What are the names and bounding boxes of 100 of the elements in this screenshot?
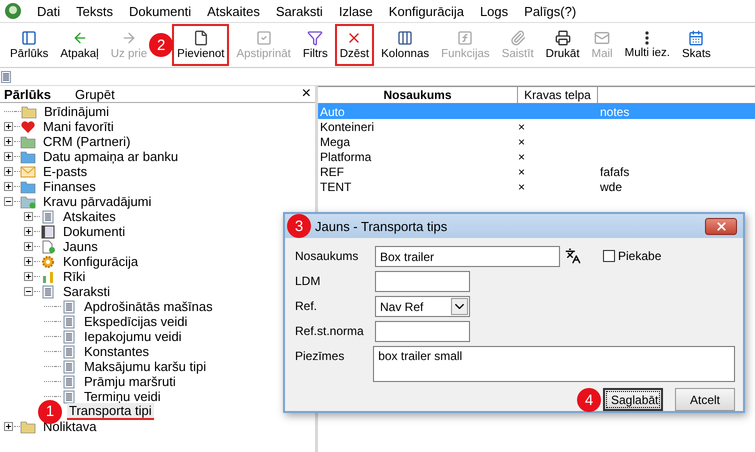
tree-item[interactable]: Apdrošinātās mašīnas (82, 299, 215, 314)
text-field[interactable] (375, 321, 470, 342)
tree-item[interactable]: Transporta tipi (67, 403, 154, 420)
dialog-button[interactable]: Atcelt (675, 388, 735, 411)
toolbar-button[interactable]: Pievienot (172, 24, 230, 66)
menu-item[interactable]: Teksts (69, 2, 120, 20)
list-document-icon (61, 300, 77, 314)
field-label: LDM (295, 273, 322, 288)
list-document-icon (61, 374, 77, 388)
tree-item[interactable]: Finanses (41, 179, 98, 194)
document-icon (192, 30, 209, 46)
tree-item[interactable]: Maksājumu karšu tipi (82, 359, 208, 374)
expand-toggle[interactable] (24, 257, 33, 266)
more-icon (645, 31, 650, 45)
tree-item[interactable]: Ekspedīcijas veidi (82, 314, 190, 329)
field-label: Piezīmes (295, 348, 346, 363)
expand-toggle[interactable] (4, 182, 13, 191)
expand-toggle[interactable] (4, 422, 13, 431)
list-document-icon (40, 210, 56, 224)
tree-item[interactable]: Dokumenti (61, 224, 128, 239)
expand-toggle[interactable] (24, 242, 33, 251)
toolbar-button[interactable]: Dzēst (334, 24, 374, 66)
menu-item[interactable]: Dokumenti (122, 2, 198, 20)
menu-item[interactable]: Logs (472, 2, 516, 20)
field-label: Ref.st.norma (295, 323, 365, 338)
menu-item[interactable]: Palīgs(?) (517, 2, 584, 20)
tree-item[interactable]: Rīki (61, 269, 88, 284)
table-row[interactable]: Mega × (318, 134, 755, 149)
tree-item[interactable]: Iepakojumu veidi (82, 329, 184, 344)
tree-item[interactable]: Termiņu veidi (82, 389, 163, 404)
tree-item[interactable]: Datu apmaiņa ar banku (41, 149, 180, 164)
folder-plus-icon (20, 194, 36, 208)
field-label: Ref. (295, 298, 318, 313)
panel-tab[interactable]: Pārlūks (4, 86, 51, 102)
tree-item[interactable]: CRM (Partneri) (41, 134, 132, 149)
table-cell-text: Auto (319, 104, 346, 118)
expand-toggle[interactable] (24, 212, 33, 221)
table-row[interactable]: Konteineri × (318, 119, 755, 134)
notes-field[interactable]: box trailer small (373, 346, 735, 382)
folder-icon (20, 150, 36, 164)
forward-arrow-icon (120, 30, 137, 46)
toolbar-button[interactable]: Drukāt (540, 24, 585, 66)
table-cell-text: Platforma (319, 150, 372, 164)
tree-item[interactable]: Saraksti (61, 284, 112, 299)
field-label: Nosaukums (295, 248, 360, 263)
text-field[interactable]: Box trailer (375, 246, 560, 267)
expand-toggle[interactable] (4, 137, 13, 146)
list-document-icon (61, 344, 77, 358)
tree-item[interactable]: Konstantes (82, 344, 152, 359)
toolbar-button[interactable]: Skats (677, 24, 716, 66)
table-cell-text: Mega (319, 134, 352, 148)
table-cell-text: × (518, 120, 526, 134)
table-cell-text: TENT (319, 180, 352, 194)
toolbar-button[interactable]: Atpakaļ (55, 24, 104, 66)
menu-item[interactable]: Dati (30, 2, 68, 20)
tree-item[interactable]: Brīdinājumi (42, 104, 112, 119)
app-logo-icon[interactable] (4, 2, 22, 20)
expand-toggle[interactable] (4, 167, 13, 176)
text-field[interactable] (375, 271, 470, 292)
menu-item[interactable]: Izlase (332, 2, 380, 20)
menu-item[interactable]: Atskaites (200, 2, 267, 20)
tree-item[interactable]: Prāmju maršruti (82, 374, 178, 389)
tree-item[interactable]: Konfigurācija (61, 254, 140, 269)
panel-tab[interactable]: Grupēt (74, 86, 115, 102)
toolbar-button[interactable]: Kolonnas (376, 24, 434, 66)
close-button[interactable] (705, 218, 737, 234)
toolbar-button[interactable]: Filtrs (298, 24, 333, 66)
tree-item[interactable]: Kravu pārvadājumi (41, 194, 154, 209)
table-cell-text: × (518, 164, 526, 178)
table-row[interactable]: Platforma × (318, 149, 755, 164)
dialog-button[interactable]: Saglabāt (603, 388, 663, 411)
expand-toggle[interactable] (4, 122, 13, 131)
tree-item[interactable]: Atskaites (61, 209, 118, 224)
columns-icon (397, 30, 414, 46)
menu-item[interactable]: Saraksti (268, 2, 330, 20)
table-cell-text: × (518, 150, 526, 164)
expand-toggle[interactable] (4, 152, 13, 161)
heart-icon (20, 120, 36, 134)
checkbox[interactable] (603, 250, 615, 262)
table-row[interactable]: REF × fafafs (318, 164, 755, 179)
collapse-toggle[interactable] (24, 287, 33, 296)
expand-toggle[interactable] (24, 272, 33, 281)
collapse-toggle[interactable] (4, 197, 13, 206)
table-cell-text: notes (599, 104, 630, 118)
folder-icon (21, 104, 37, 118)
table-row[interactable]: TENT × wde (318, 179, 755, 194)
translate-icon[interactable] (565, 248, 581, 264)
close-button[interactable]: × (302, 86, 311, 102)
toolbar-button[interactable]: Pārlūks (5, 24, 54, 66)
toolbar-button[interactable]: Multi iez. (620, 24, 675, 66)
expand-toggle[interactable] (24, 227, 33, 236)
tree-item[interactable]: E-pasts (41, 164, 90, 179)
tree-item[interactable]: Mani favorīti (41, 119, 116, 134)
list-icon[interactable] (1, 70, 11, 82)
menu-item[interactable]: Konfigurācija (382, 2, 471, 20)
dropdown-field[interactable]: Nav Ref (375, 296, 470, 317)
function-icon (457, 30, 474, 46)
table-cell-text: fafafs (599, 164, 630, 178)
tree-item[interactable]: Jauns (61, 239, 100, 254)
list-document-icon (61, 390, 77, 404)
